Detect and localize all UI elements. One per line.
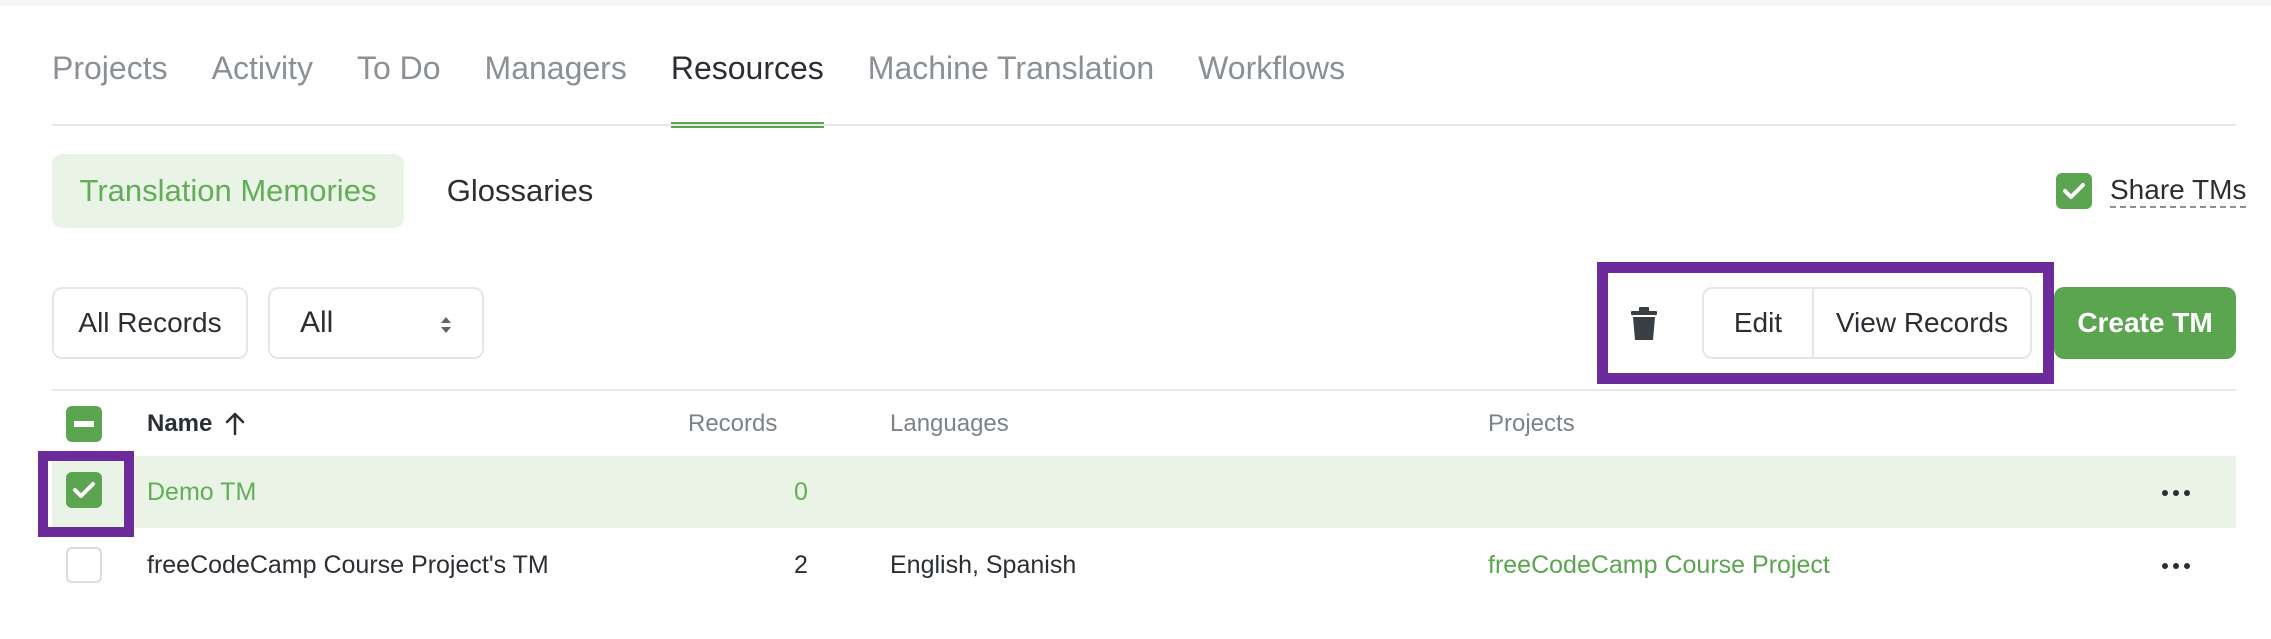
tab-projects[interactable]: Projects xyxy=(52,44,168,124)
share-tms-label[interactable]: Share TMs xyxy=(2110,174,2247,208)
tab-workflows[interactable]: Workflows xyxy=(1198,44,1345,124)
filter-select-value: All xyxy=(300,306,334,339)
all-records-button[interactable]: All Records xyxy=(52,287,248,359)
main-tabs: Projects Activity To Do Managers Resourc… xyxy=(52,44,1389,128)
more-options-icon[interactable] xyxy=(2162,563,2195,569)
column-header-languages[interactable]: Languages xyxy=(890,410,1009,438)
row-name[interactable]: Demo TM xyxy=(147,456,256,528)
column-header-name-label: Name xyxy=(147,410,213,437)
subtab-glossaries[interactable]: Glossaries xyxy=(420,154,620,228)
row-languages: English, Spanish xyxy=(890,551,1077,579)
toolbar-highlight xyxy=(1597,262,2054,384)
row-checkbox-highlight xyxy=(38,451,134,537)
table-row[interactable]: Demo TM 0 xyxy=(52,456,2236,528)
table-row[interactable]: freeCodeCamp Course Project's TM 2 Engli… xyxy=(52,529,2236,601)
filter-select[interactable]: All xyxy=(268,287,484,359)
tab-todo[interactable]: To Do xyxy=(357,44,441,124)
select-all-checkbox[interactable] xyxy=(66,406,102,442)
tab-activity[interactable]: Activity xyxy=(212,44,313,124)
tabs-divider xyxy=(52,124,2236,126)
tab-machine-translation[interactable]: Machine Translation xyxy=(868,44,1154,124)
top-border xyxy=(0,0,2271,6)
row-name[interactable]: freeCodeCamp Course Project's TM xyxy=(147,529,549,601)
sort-ascending-icon xyxy=(226,412,245,436)
tab-resources[interactable]: Resources xyxy=(670,44,824,128)
row-checkbox[interactable] xyxy=(66,547,102,583)
check-icon xyxy=(2063,183,2085,199)
row-records: 2 xyxy=(794,551,808,579)
row-project-link[interactable]: freeCodeCamp Course Project xyxy=(1488,529,1830,601)
tab-managers[interactable]: Managers xyxy=(485,44,627,124)
table-divider xyxy=(52,389,2236,391)
select-arrows-icon xyxy=(441,317,451,333)
column-header-projects[interactable]: Projects xyxy=(1488,410,1575,438)
column-header-name[interactable]: Name xyxy=(147,410,246,438)
subtab-translation-memories[interactable]: Translation Memories xyxy=(52,154,404,228)
column-header-records[interactable]: Records xyxy=(688,410,777,438)
share-tms-toggle[interactable]: Share TMs xyxy=(2056,173,2247,209)
share-tms-checkbox[interactable] xyxy=(2056,173,2092,209)
minus-icon xyxy=(74,421,94,427)
create-tm-button[interactable]: Create TM xyxy=(2054,287,2236,359)
row-records: 0 xyxy=(794,478,808,506)
more-options-icon[interactable] xyxy=(2162,490,2195,496)
